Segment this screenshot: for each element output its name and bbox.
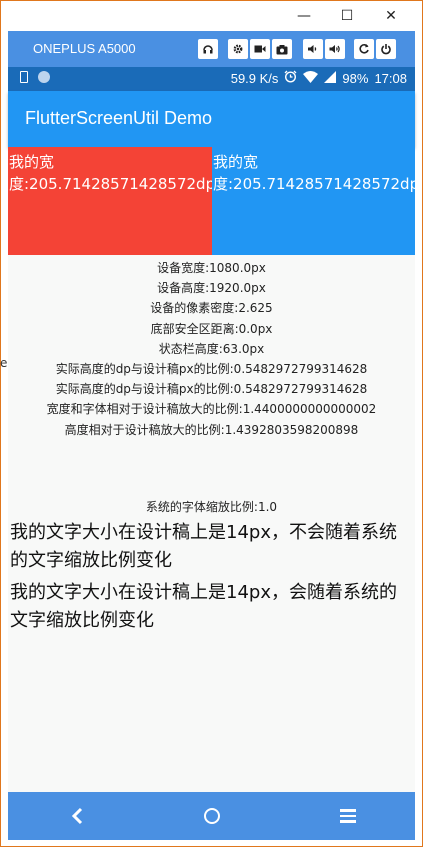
volume-down-icon[interactable] — [303, 39, 323, 59]
width-box-left: 我的宽度:205.71428571428572dp — [8, 147, 215, 255]
minimize-button[interactable]: — — [284, 5, 324, 27]
toolbar-group-audio — [198, 39, 218, 59]
info-line: 宽度和字体相对于设计稿放大的比例:1.4400000000000002 — [46, 402, 377, 417]
back-button[interactable] — [65, 804, 89, 828]
sim-icon — [20, 71, 28, 83]
toolbar-group-capture — [228, 39, 292, 59]
menu-button[interactable] — [336, 804, 360, 828]
info-line: 高度相对于设计稿放大的比例:1.4392803598200898 — [64, 422, 359, 437]
app-bar: FlutterScreenUtil Demo — [8, 91, 415, 147]
close-button[interactable]: ✕ — [371, 5, 411, 27]
status-right: 59.9 K/s 98% 17:08 — [231, 70, 407, 86]
signal-icon — [324, 70, 337, 86]
width-box-right: 我的宽度:205.71428571428572dp — [212, 147, 415, 255]
android-nav-bar — [8, 792, 415, 840]
main-content: 我的宽度:205.71428571428572dp 我的宽度:205.71428… — [8, 147, 415, 792]
info-line: 设备的像素密度:2.625 — [150, 301, 273, 316]
edge-text: e — [0, 356, 8, 370]
info-line: 实际高度的dp与设计稿px的比例:0.5482972799314628 — [55, 362, 368, 377]
toolbar-group-power — [354, 39, 396, 59]
clock: 17:08 — [374, 70, 407, 86]
network-speed: 59.9 K/s — [230, 70, 279, 86]
font-scale-label: 系统的字体缩放比例:1.0 — [145, 500, 278, 514]
android-status-bar: 59.9 K/s 98% 17:08 — [8, 67, 415, 91]
toolbar-group-volume — [303, 39, 345, 59]
circle-icon — [204, 808, 220, 824]
status-left — [20, 71, 50, 83]
chevron-left-icon — [71, 807, 83, 825]
battery-percent: 98% — [342, 70, 369, 86]
fixed-size-text: 我的文字大小在设计稿上是14px，不会随着系统的文字缩放比例变化 — [10, 522, 397, 571]
camera-icon[interactable] — [272, 39, 292, 59]
headset-icon[interactable] — [198, 39, 218, 59]
video-icon[interactable] — [250, 39, 270, 59]
volume-up-icon[interactable] — [325, 39, 345, 59]
wifi-icon — [303, 70, 319, 86]
gear-icon[interactable] — [228, 39, 248, 59]
window-titlebar: — ☐ ✕ — [1, 1, 422, 31]
device-toolbar: ONEPLUS A5000 — [8, 31, 415, 67]
info-line: 设备高度:1920.0px — [157, 281, 266, 296]
app-window: — ☐ ✕ ONEPLUS A5000 59.9 K/s 98% 17:08 F… — [0, 0, 423, 847]
info-line: 实际高度的dp与设计稿px的比例:0.5482972799314628 — [55, 382, 368, 397]
power-icon[interactable] — [376, 39, 396, 59]
alarm-icon — [284, 70, 297, 86]
device-name: ONEPLUS A5000 — [33, 41, 136, 56]
scaling-size-text: 我的文字大小在设计稿上是14px，会随着系统的文字缩放比例变化 — [10, 582, 397, 631]
refresh-icon[interactable] — [354, 39, 374, 59]
page-title: FlutterScreenUtil Demo — [25, 108, 213, 128]
home-button[interactable] — [200, 804, 224, 828]
hamburger-bar — [340, 820, 356, 823]
device-info-list: 设备宽度:1080.0px 设备高度:1920.0px 设备的像素密度:2.62… — [8, 258, 415, 440]
maximize-button[interactable]: ☐ — [327, 5, 367, 27]
notification-dot-icon — [38, 71, 50, 83]
hamburger-icon — [340, 809, 356, 812]
info-line: 状态栏高度:63.0px — [158, 341, 265, 356]
hamburger-bar — [340, 814, 356, 818]
info-line: 底部安全区距离:0.0px — [150, 321, 273, 336]
info-line: 设备宽度:1080.0px — [157, 261, 266, 275]
